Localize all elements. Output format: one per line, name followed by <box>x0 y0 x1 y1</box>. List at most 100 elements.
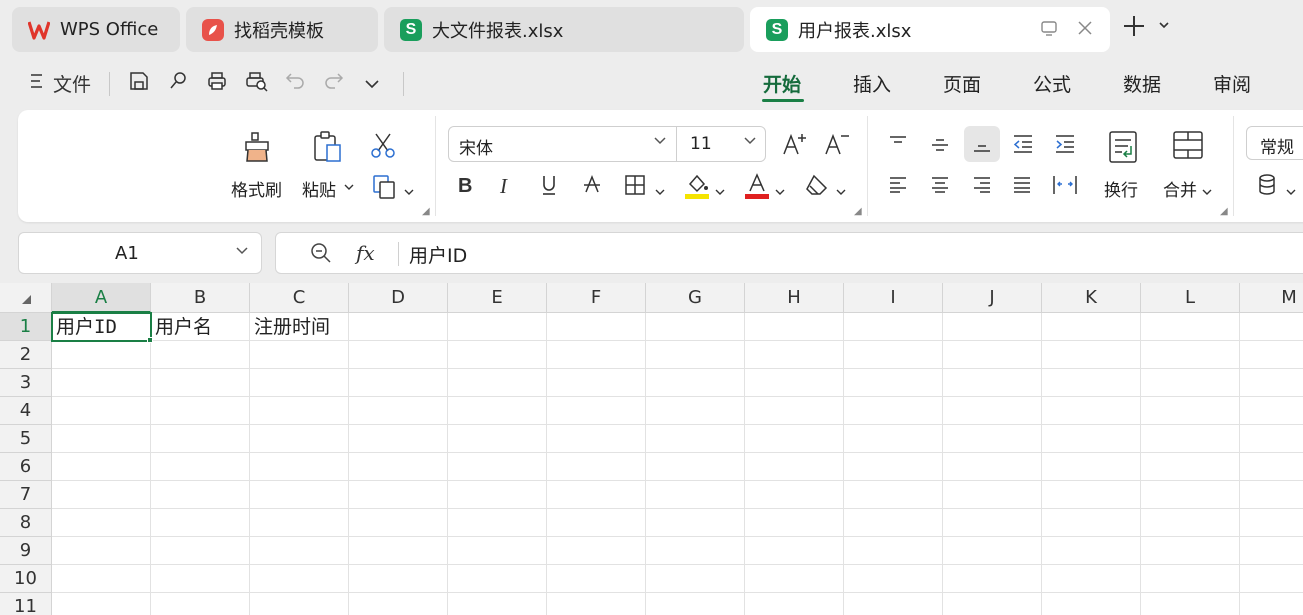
cell-a9[interactable] <box>52 537 151 565</box>
cell-j10[interactable] <box>943 565 1042 593</box>
cell-i5[interactable] <box>844 425 943 453</box>
column-header-i[interactable]: I <box>844 283 943 313</box>
cell-g11[interactable] <box>646 593 745 615</box>
cell-c5[interactable] <box>250 425 349 453</box>
cell-k11[interactable] <box>1042 593 1141 615</box>
align-center-icon[interactable] <box>930 176 950 197</box>
column-header-m[interactable]: M <box>1240 283 1303 313</box>
cell-i9[interactable] <box>844 537 943 565</box>
cell-i4[interactable] <box>844 397 943 425</box>
cell-m4[interactable] <box>1240 397 1303 425</box>
cell-l9[interactable] <box>1141 537 1240 565</box>
cell-e3[interactable] <box>448 369 547 397</box>
underline-icon[interactable] <box>540 174 558 199</box>
cell-l7[interactable] <box>1141 481 1240 509</box>
cell-e1[interactable] <box>448 313 547 341</box>
cell-e4[interactable] <box>448 397 547 425</box>
cell-i2[interactable] <box>844 341 943 369</box>
cell-g9[interactable] <box>646 537 745 565</box>
increase-font-size-icon[interactable] <box>782 132 808 159</box>
tab-data[interactable]: 数据 <box>1123 70 1161 97</box>
pin-window-icon[interactable] <box>1040 19 1058 42</box>
cell-a10[interactable] <box>52 565 151 593</box>
cell-k6[interactable] <box>1042 453 1141 481</box>
cell-h11[interactable] <box>745 593 844 615</box>
chevron-down-icon[interactable] <box>1202 180 1212 200</box>
column-header-f[interactable]: F <box>547 283 646 313</box>
cell-c8[interactable] <box>250 509 349 537</box>
align-top-icon[interactable] <box>888 134 908 154</box>
row-header-1[interactable]: 1 <box>0 313 52 341</box>
cell-j7[interactable] <box>943 481 1042 509</box>
cell-m11[interactable] <box>1240 593 1303 615</box>
cell-h8[interactable] <box>745 509 844 537</box>
cell-f10[interactable] <box>547 565 646 593</box>
cell-m10[interactable] <box>1240 565 1303 593</box>
cell-h6[interactable] <box>745 453 844 481</box>
cell-g7[interactable] <box>646 481 745 509</box>
fill-color-icon[interactable] <box>684 172 710 203</box>
paste-button[interactable]: 粘贴 <box>302 176 336 201</box>
justify-icon[interactable] <box>1012 176 1032 197</box>
wrap-text-icon[interactable] <box>1108 130 1138 167</box>
save-as-icon[interactable] <box>168 70 190 97</box>
cell-j4[interactable] <box>943 397 1042 425</box>
row-header-4[interactable]: 4 <box>0 397 52 425</box>
strikethrough-icon[interactable] <box>582 174 602 199</box>
cell-h9[interactable] <box>745 537 844 565</box>
borders-icon[interactable] <box>624 174 646 199</box>
chevron-down-icon[interactable] <box>836 180 846 200</box>
chevron-down-icon[interactable] <box>653 135 667 151</box>
distributed-align-icon[interactable] <box>1052 174 1078 199</box>
cell-l1[interactable] <box>1141 313 1240 341</box>
name-box[interactable]: A1 <box>18 232 262 274</box>
cell-j1[interactable] <box>943 313 1042 341</box>
format-painter-button[interactable]: 格式刷 <box>231 176 282 201</box>
cell-c6[interactable] <box>250 453 349 481</box>
tab-user-report[interactable]: S 用户报表.xlsx <box>750 7 1110 52</box>
insert-function-button[interactable]: fx <box>356 241 375 265</box>
cell-f11[interactable] <box>547 593 646 615</box>
save-icon[interactable] <box>128 70 150 97</box>
cell-d3[interactable] <box>349 369 448 397</box>
tab-wps-office[interactable]: WPS Office <box>12 7 180 52</box>
eraser-clear-icon[interactable] <box>804 174 830 199</box>
cell-d1[interactable] <box>349 313 448 341</box>
cell-l8[interactable] <box>1141 509 1240 537</box>
cell-j6[interactable] <box>943 453 1042 481</box>
cell-d10[interactable] <box>349 565 448 593</box>
cell-g10[interactable] <box>646 565 745 593</box>
file-menu-button[interactable]: 文件 <box>53 70 91 97</box>
tab-review[interactable]: 审阅 <box>1213 70 1251 97</box>
cell-i11[interactable] <box>844 593 943 615</box>
print-icon[interactable] <box>206 70 228 97</box>
cell-f3[interactable] <box>547 369 646 397</box>
column-header-e[interactable]: E <box>448 283 547 313</box>
cell-j8[interactable] <box>943 509 1042 537</box>
chevron-down-icon[interactable] <box>1286 180 1296 200</box>
cell-g5[interactable] <box>646 425 745 453</box>
cell-c9[interactable] <box>250 537 349 565</box>
cell-f2[interactable] <box>547 341 646 369</box>
row-header-2[interactable]: 2 <box>0 341 52 369</box>
italic-icon[interactable]: I <box>500 176 507 197</box>
cell-i1[interactable] <box>844 313 943 341</box>
row-header-7[interactable]: 7 <box>0 481 52 509</box>
cell-d11[interactable] <box>349 593 448 615</box>
formula-input[interactable]: 用户ID <box>409 241 467 268</box>
fill-handle[interactable] <box>147 337 153 343</box>
cell-d4[interactable] <box>349 397 448 425</box>
cell-e10[interactable] <box>448 565 547 593</box>
cell-l10[interactable] <box>1141 565 1240 593</box>
column-header-l[interactable]: L <box>1141 283 1240 313</box>
align-middle-icon[interactable] <box>930 136 950 156</box>
cell-m5[interactable] <box>1240 425 1303 453</box>
chevron-down-icon[interactable] <box>655 180 665 200</box>
cell-h4[interactable] <box>745 397 844 425</box>
cell-c1[interactable]: 注册时间 <box>250 313 349 341</box>
cell-f5[interactable] <box>547 425 646 453</box>
tab-large-file-report[interactable]: S 大文件报表.xlsx <box>384 7 744 52</box>
cell-l6[interactable] <box>1141 453 1240 481</box>
paste-icon[interactable] <box>312 130 344 167</box>
cell-h3[interactable] <box>745 369 844 397</box>
